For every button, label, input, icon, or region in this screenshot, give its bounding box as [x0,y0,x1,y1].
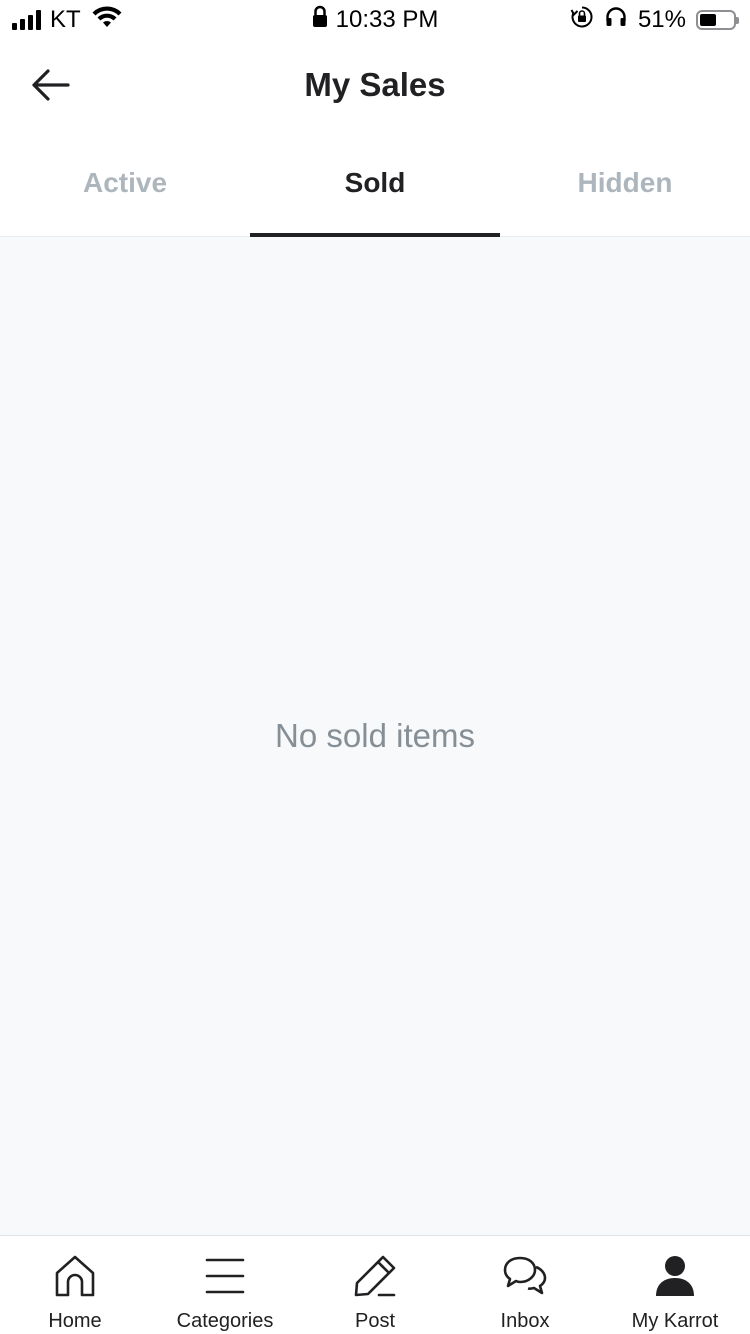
page-title: My Sales [304,66,446,103]
nav-home[interactable]: Home [0,1236,150,1334]
tab-active[interactable]: Active [0,130,250,236]
tab-sold[interactable]: Sold [250,130,500,237]
battery-percent: 51% [637,6,686,33]
nav-home-label: Home [48,1310,102,1332]
nav-post-label: Post [354,1310,396,1332]
nav-categories-label: Categories [176,1310,274,1332]
empty-state-message: No sold items [275,717,475,754]
lock-icon [312,5,328,36]
tab-hidden[interactable]: Hidden [500,130,750,236]
chat-icon [503,1254,547,1298]
battery-level [700,14,717,26]
nav-my-karrot-label: My Karrot [631,1310,719,1332]
pencil-icon [353,1254,397,1298]
status-bar: KT 10:33 PM 51% [0,0,750,40]
bottom-nav: Home Categories Post Inbox My Karrot [0,1235,750,1334]
headphones-icon [604,5,628,36]
status-time: 10:33 PM [335,6,439,33]
nav-my-karrot[interactable]: My Karrot [600,1236,750,1334]
menu-icon [203,1254,247,1298]
nav-inbox-label: Inbox [500,1310,550,1332]
person-icon [653,1254,697,1298]
home-icon [53,1254,97,1298]
nav-post[interactable]: Post [300,1236,450,1334]
sales-tabs: Active Sold Hidden [0,130,750,237]
rotation-lock-icon [570,5,594,36]
header: My Sales [0,40,750,130]
status-right: 51% [570,5,739,36]
nav-inbox[interactable]: Inbox [450,1236,600,1334]
battery-icon [696,10,739,30]
nav-categories[interactable]: Categories [150,1236,300,1334]
sold-items-list: No sold items [0,237,750,1235]
